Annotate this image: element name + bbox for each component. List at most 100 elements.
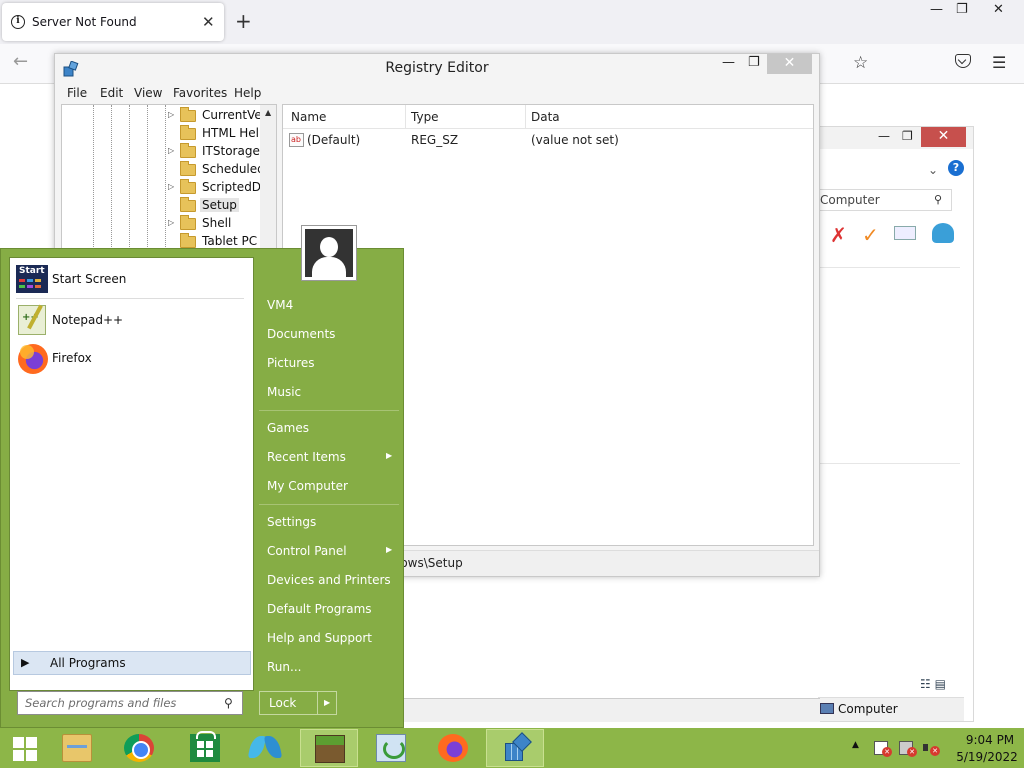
properties-icon[interactable] <box>894 226 916 240</box>
value-data: (value not set) <box>531 133 619 147</box>
start-place-label: Devices and Printers <box>267 573 391 587</box>
network-icon[interactable]: ✕ <box>899 741 917 757</box>
start-place-label: Games <box>267 421 309 435</box>
menu-edit[interactable]: Edit <box>100 86 123 100</box>
start-place-item[interactable]: Control Panel ▶ <box>259 538 399 564</box>
start-place-item[interactable]: Recent Items ▶ <box>259 444 399 470</box>
hamburger-menu-icon[interactable]: ☰ <box>992 53 1006 72</box>
expand-arrow-icon[interactable]: ▷ <box>168 182 174 191</box>
column-divider[interactable] <box>405 105 406 129</box>
menu-help[interactable]: Help <box>234 86 261 100</box>
checkmark-icon[interactable]: ✓ <box>862 223 879 247</box>
pinned-item-notepad-plus-plus[interactable]: ++ Notepad++ <box>14 303 250 339</box>
triangle-right-icon: ▶ <box>21 656 30 669</box>
start-place-label: Default Programs <box>267 602 372 616</box>
registry-value-row[interactable]: ab (Default) REG_SZ (value not set) <box>283 130 813 150</box>
firefox-icon <box>18 344 48 374</box>
clock-date[interactable]: 5/19/2022 <box>954 750 1020 764</box>
start-place-item[interactable]: Documents <box>259 321 399 347</box>
regedit-close-button[interactable]: ✕ <box>767 54 812 74</box>
lock-options-arrow-icon[interactable]: ▶ <box>324 698 330 707</box>
tab-close-icon[interactable]: ✕ <box>202 13 215 31</box>
maximize-icon[interactable]: ❐ <box>956 2 968 17</box>
column-header-name[interactable]: Name <box>291 110 326 124</box>
network-globe-icon[interactable] <box>932 223 954 243</box>
explorer-maximize-icon[interactable]: ❐ <box>902 129 913 143</box>
clock-time[interactable]: 9:04 PM <box>960 733 1020 747</box>
explorer-search-input[interactable]: Computer ⚲ <box>818 189 952 211</box>
delete-x-icon[interactable]: ✗ <box>830 223 847 247</box>
taskbar-firefox[interactable] <box>424 729 482 767</box>
computer-icon <box>820 703 834 714</box>
pocket-icon[interactable] <box>955 54 971 68</box>
regedit-minimize-icon[interactable]: — <box>722 55 735 70</box>
notepad-plus-plus-icon: ++ <box>18 304 46 335</box>
expand-arrow-icon[interactable]: ▷ <box>168 110 174 119</box>
start-place-item[interactable]: Settings <box>259 509 399 535</box>
explorer-close-button[interactable]: ✕ <box>921 127 966 147</box>
column-divider[interactable] <box>525 105 526 129</box>
explorer-minimize-icon[interactable]: — <box>878 129 890 143</box>
help-icon[interactable]: ? <box>948 160 964 176</box>
user-avatar[interactable] <box>301 225 357 281</box>
column-header-data[interactable]: Data <box>531 110 560 124</box>
bookmark-star-icon[interactable]: ☆ <box>853 53 868 73</box>
store-icon <box>190 731 220 762</box>
scroll-up-arrow-icon[interactable]: ▲ <box>265 108 271 117</box>
menu-favorites[interactable]: Favorites <box>173 86 227 100</box>
column-header-type[interactable]: Type <box>411 110 439 124</box>
folder-icon <box>180 125 196 140</box>
start-place-item[interactable]: Run... <box>259 654 399 680</box>
folder-icon <box>180 107 196 122</box>
taskbar-butterfly-app[interactable] <box>238 729 296 767</box>
taskbar-store[interactable] <box>176 729 234 767</box>
folder-icon <box>180 179 196 194</box>
regedit-maximize-icon[interactable]: ❐ <box>748 55 760 70</box>
menu-bar: File Edit View Favorites Help <box>55 83 819 103</box>
statusbar-path: lows\Setup <box>397 556 463 570</box>
taskbar-file-explorer[interactable] <box>48 729 106 767</box>
volume-muted-icon[interactable]: ✕ <box>923 741 940 756</box>
lock-button[interactable]: Lock ▶ <box>259 691 337 715</box>
tree-item-label: Shell <box>202 216 232 230</box>
new-tab-button[interactable]: + <box>235 9 252 33</box>
start-place-item[interactable]: My Computer <box>259 473 399 499</box>
folder-icon <box>180 233 196 248</box>
divider <box>317 692 318 714</box>
pinned-item-start-screen[interactable]: Start Start Screen <box>14 262 250 298</box>
chevron-down-icon[interactable]: ⌄ <box>928 163 938 177</box>
close-icon[interactable]: ✕ <box>993 2 1004 17</box>
expand-arrow-icon[interactable]: ▷ <box>168 146 174 155</box>
tree-item-label: CurrentVer <box>202 108 267 122</box>
value-type: REG_SZ <box>411 133 459 147</box>
view-mode-icons[interactable]: ☷ ▤ <box>920 677 946 691</box>
pinned-item-label: Firefox <box>52 351 92 365</box>
pinned-item-firefox[interactable]: Firefox <box>14 341 250 377</box>
start-place-item[interactable]: Music <box>259 379 399 405</box>
start-place-item[interactable]: Default Programs <box>259 596 399 622</box>
start-place-item[interactable]: VM4 <box>259 292 399 318</box>
start-place-item[interactable]: Pictures <box>259 350 399 376</box>
minimize-icon[interactable]: — <box>930 2 943 17</box>
value-name: (Default) <box>307 133 361 147</box>
start-search-input[interactable]: Search programs and files ⚲ <box>17 691 243 715</box>
browser-tab[interactable]: i Server Not Found ✕ <box>2 3 224 41</box>
all-programs-button[interactable]: ▶ All Programs <box>13 651 251 675</box>
start-place-item[interactable]: Help and Support <box>259 625 399 651</box>
menu-view[interactable]: View <box>134 86 162 100</box>
system-tray: ▲ ✕ ✕ ✕ 9:04 PM 5/19/2022 <box>848 728 1024 768</box>
taskbar-sync-app[interactable] <box>362 729 420 767</box>
show-hidden-icons-arrow-icon[interactable]: ▲ <box>852 740 859 750</box>
start-place-item[interactable]: Devices and Printers <box>259 567 399 593</box>
explorer-window: — ❐ ✕ ⌄ ? Computer ⚲ ✗ ✓ ☷ ▤ Computer <box>818 126 974 722</box>
taskbar-minecraft[interactable] <box>300 729 358 767</box>
taskbar-chrome[interactable] <box>110 729 168 767</box>
taskbar-regedit[interactable] <box>486 729 544 767</box>
start-place-item[interactable]: Games <box>259 415 399 441</box>
action-center-flag-icon[interactable]: ✕ <box>874 741 892 757</box>
start-place-label: Settings <box>267 515 317 529</box>
expand-arrow-icon[interactable]: ▷ <box>168 218 174 227</box>
start-button[interactable] <box>2 729 46 767</box>
menu-file[interactable]: File <box>67 86 87 100</box>
back-arrow-icon[interactable]: ← <box>13 51 28 72</box>
